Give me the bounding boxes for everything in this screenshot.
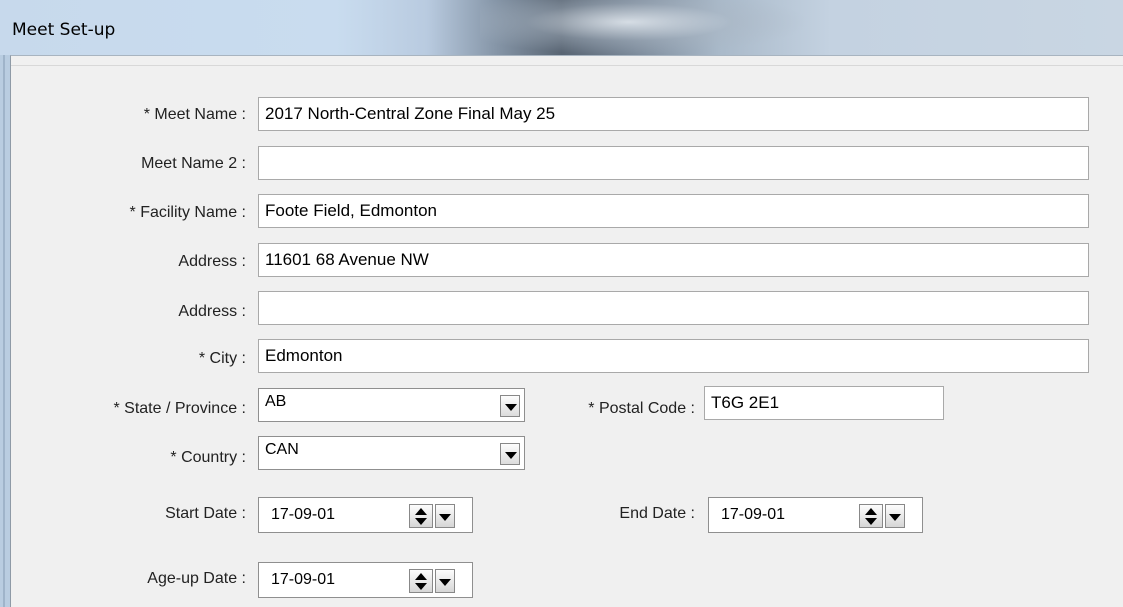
state-province-label: * State / Province :: [113, 400, 246, 417]
start-date-value: 17-09-01: [271, 506, 336, 523]
country-label: * Country :: [170, 449, 246, 466]
meet-name-input[interactable]: 2017 North-Central Zone Final May 25: [258, 97, 1089, 131]
state-province-select[interactable]: AB: [258, 388, 525, 422]
spin-updown-icon[interactable]: [859, 504, 883, 528]
postal-code-label: * Postal Code :: [588, 400, 695, 417]
end-date-picker[interactable]: 17-09-01: [708, 497, 923, 533]
spin-updown-icon[interactable]: [409, 504, 433, 528]
meet-name-label: * Meet Name :: [143, 106, 246, 123]
country-value: CAN: [265, 441, 299, 458]
city-label: * City :: [198, 350, 246, 367]
postal-code-input[interactable]: T6G 2E1: [704, 386, 944, 420]
title-bar-glow: [480, 0, 810, 55]
address-1-input[interactable]: 11601 68 Avenue NW: [258, 243, 1089, 277]
form-panel: [10, 55, 1123, 607]
spin-updown-icon[interactable]: [409, 569, 433, 593]
city-input[interactable]: Edmonton: [258, 339, 1089, 373]
chevron-down-icon[interactable]: [500, 395, 520, 417]
chevron-down-icon[interactable]: [500, 443, 520, 465]
state-province-value: AB: [265, 393, 287, 410]
window-title: Meet Set-up: [12, 20, 116, 40]
age-up-date-value: 17-09-01: [271, 571, 336, 588]
address-1-label: Address :: [178, 253, 246, 270]
end-date-label: End Date :: [619, 505, 695, 522]
panel-border: [11, 65, 1123, 66]
meet-name-2-input[interactable]: [258, 146, 1089, 180]
age-up-date-picker[interactable]: 17-09-01: [258, 562, 473, 598]
title-bar[interactable]: Meet Set-up: [0, 0, 1123, 55]
end-date-value: 17-09-01: [721, 506, 786, 523]
country-select[interactable]: CAN: [258, 436, 525, 470]
start-date-picker[interactable]: 17-09-01: [258, 497, 473, 533]
address-2-label: Address :: [178, 303, 246, 320]
facility-name-label: * Facility Name :: [129, 204, 246, 221]
calendar-dropdown-icon[interactable]: [435, 569, 455, 593]
address-2-input[interactable]: [258, 291, 1089, 325]
meet-setup-window: Meet Set-up * Meet Name : 2017 North-Cen…: [0, 0, 1123, 607]
calendar-dropdown-icon[interactable]: [885, 504, 905, 528]
window-frame-left: [0, 55, 10, 607]
facility-name-input[interactable]: Foote Field, Edmonton: [258, 194, 1089, 228]
calendar-dropdown-icon[interactable]: [435, 504, 455, 528]
meet-name-2-label: Meet Name 2 :: [141, 155, 246, 172]
start-date-label: Start Date :: [165, 505, 246, 522]
age-up-date-label: Age-up Date :: [147, 570, 246, 587]
